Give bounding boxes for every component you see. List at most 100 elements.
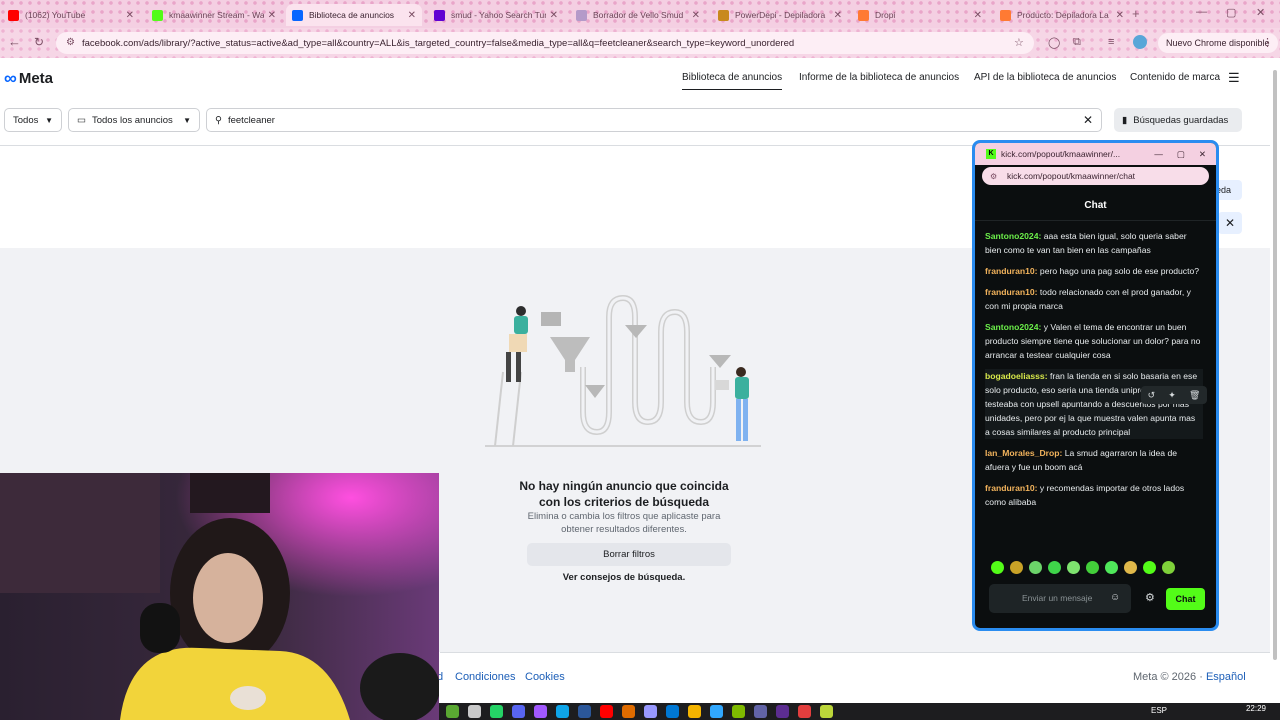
country-select[interactable]: Todos ▼: [4, 108, 62, 132]
address-bar[interactable]: facebook.com/ads/library/?active_status=…: [56, 32, 1034, 54]
reload-icon[interactable]: ↻: [34, 35, 44, 49]
taskbar-app-icon[interactable]: [775, 705, 789, 718]
maximize-icon[interactable]: ▢: [1177, 149, 1185, 160]
tab-3[interactable]: smud - Yahoo Search Tur ✕: [428, 4, 564, 26]
taskbar-clock[interactable]: 22:29: [1246, 705, 1266, 713]
clear-filters-button[interactable]: Borrar filtros: [527, 543, 731, 566]
tab-close-icon[interactable]: ✕: [692, 10, 700, 21]
taskbar-app-icon[interactable]: [665, 705, 679, 718]
back-icon[interactable]: ←: [8, 34, 21, 49]
taskbar-app-icon[interactable]: [577, 705, 591, 718]
taskbar-app-icon[interactable]: [643, 705, 657, 718]
tab-close-icon[interactable]: ✕: [126, 10, 134, 21]
emote-icon[interactable]: [991, 561, 1004, 574]
scrollbar-thumb[interactable]: [1273, 70, 1277, 660]
taskbar-app-icon[interactable]: [753, 705, 767, 718]
taskbar-app-icon[interactable]: [467, 705, 481, 718]
meta-logo[interactable]: ∞ Meta: [4, 68, 53, 89]
new-tab-button[interactable]: +: [1132, 6, 1140, 21]
taskbar-app-icon[interactable]: [709, 705, 723, 718]
bookmark-star-icon[interactable]: ☆: [1014, 36, 1024, 49]
chrome-update-button[interactable]: Nuevo Chrome disponible: [1158, 33, 1278, 53]
chat-username[interactable]: Santono2024:: [985, 322, 1041, 332]
chat-message[interactable]: franduran10: pero hago una pag solo de e…: [985, 264, 1203, 278]
input-language[interactable]: ESP: [1151, 706, 1167, 715]
tab-4[interactable]: Borrador de Vello Smud ✕: [570, 4, 706, 26]
taskbar-app-icon[interactable]: [797, 705, 811, 718]
taskbar-app-icon[interactable]: [489, 705, 503, 718]
chat-message[interactable]: franduran10: todo relacionado con el pro…: [985, 285, 1203, 313]
emoji-icon[interactable]: ☺: [1110, 592, 1120, 603]
maximize-icon[interactable]: ▢: [1226, 6, 1236, 19]
emote-icon[interactable]: [1029, 561, 1042, 574]
chat-username[interactable]: franduran10:: [985, 287, 1038, 297]
tab-0[interactable]: (1062) YouTube ✕: [2, 4, 140, 26]
emote-icon[interactable]: [1124, 561, 1137, 574]
delete-icon[interactable]: 🗑: [1189, 390, 1200, 401]
tab-6[interactable]: Dropi ✕: [852, 4, 988, 26]
taskbar-app-icon[interactable]: [731, 705, 745, 718]
tab-5[interactable]: PowerDepi - Depiladora ✕: [712, 4, 848, 26]
emote-icon[interactable]: [1010, 561, 1023, 574]
pin-icon[interactable]: ✦: [1168, 390, 1176, 401]
gear-icon[interactable]: ⚙: [1145, 591, 1155, 604]
site-info-icon[interactable]: ⚙: [990, 172, 997, 181]
tab-close-icon[interactable]: ✕: [974, 10, 982, 21]
chat-username[interactable]: Ian_Morales_Drop:: [985, 448, 1062, 458]
tab-1[interactable]: kmaawinner Stream - Wat ✕: [146, 4, 282, 26]
ad-type-select[interactable]: ▭ Todos los anuncios ▼: [68, 108, 200, 132]
tab-close-icon[interactable]: ✕: [834, 10, 842, 21]
minimize-icon[interactable]: —: [1154, 149, 1163, 159]
tab-close-icon[interactable]: ✕: [550, 10, 558, 21]
popout-url-bar[interactable]: kick.com/popout/kmaawinner/chat: [982, 167, 1209, 185]
shield-icon[interactable]: ◯: [1048, 36, 1060, 49]
emote-icon[interactable]: [1105, 561, 1118, 574]
emote-icon[interactable]: [1143, 561, 1156, 574]
close-icon[interactable]: ✕: [1218, 212, 1242, 234]
language-link[interactable]: Español: [1206, 671, 1246, 683]
undo-icon[interactable]: ↺: [1148, 390, 1156, 401]
chrome-menu-icon[interactable]: ⋮: [1262, 36, 1273, 49]
close-window-icon[interactable]: ✕: [1256, 6, 1265, 19]
search-input[interactable]: ⚲ feetcleaner ✕: [206, 108, 1102, 132]
nav-branded-content[interactable]: Contenido de marca: [1130, 72, 1220, 83]
chat-message[interactable]: Santono2024: y Valen el tema de encontra…: [985, 320, 1203, 362]
nav-ad-library-report[interactable]: Informe de la biblioteca de anuncios: [799, 72, 959, 83]
emote-icon[interactable]: [1048, 561, 1061, 574]
chat-username[interactable]: franduran10:: [985, 266, 1038, 276]
tab-close-icon[interactable]: ✕: [268, 10, 276, 21]
emote-icon[interactable]: [1162, 561, 1175, 574]
search-tips-link[interactable]: Ver consejos de búsqueda.: [527, 572, 721, 583]
minimize-icon[interactable]: —: [1196, 6, 1207, 18]
chat-username[interactable]: Santono2024:: [985, 231, 1041, 241]
tab-close-icon[interactable]: ✕: [408, 10, 416, 21]
taskbar-app-icon[interactable]: [687, 705, 701, 718]
nav-ad-library-api[interactable]: API de la biblioteca de anuncios: [974, 72, 1116, 83]
saved-searches-button[interactable]: ▮ Búsquedas guardadas: [1114, 108, 1242, 132]
chat-message[interactable]: bogadoeliasss: fran la tienda en si solo…: [985, 369, 1203, 439]
chat-message[interactable]: Ian_Morales_Drop: La smud agarraron la i…: [985, 446, 1203, 474]
taskbar-app-icon[interactable]: [819, 705, 833, 718]
profile-avatar[interactable]: [1133, 35, 1147, 49]
tab-close-icon[interactable]: ✕: [1116, 10, 1124, 21]
taskbar-app-icon[interactable]: [599, 705, 613, 718]
taskbar-app-icon[interactable]: [445, 705, 459, 718]
footer-cookies-link[interactable]: Cookies: [525, 671, 565, 683]
send-chat-button[interactable]: Chat: [1166, 588, 1205, 610]
clear-search-icon[interactable]: ✕: [1083, 113, 1093, 127]
media-icon[interactable]: ≡: [1108, 36, 1114, 48]
close-icon[interactable]: ✕: [1199, 149, 1206, 160]
hamburger-menu-icon[interactable]: ☰: [1228, 70, 1240, 86]
extensions-icon[interactable]: ⧉: [1073, 36, 1081, 49]
emote-icon[interactable]: [1067, 561, 1080, 574]
footer-terms-link[interactable]: Condiciones: [455, 671, 516, 683]
emote-icon[interactable]: [1086, 561, 1099, 574]
chat-username[interactable]: franduran10:: [985, 483, 1038, 493]
nav-ad-library[interactable]: Biblioteca de anuncios: [682, 72, 783, 90]
tab-2[interactable]: Biblioteca de anuncios ✕: [286, 4, 422, 26]
chat-message[interactable]: Santono2024: aaa esta bien igual, solo q…: [985, 229, 1203, 257]
taskbar-app-icon[interactable]: [511, 705, 525, 718]
site-info-icon[interactable]: ⚙: [66, 37, 75, 48]
taskbar-app-icon[interactable]: [533, 705, 547, 718]
chat-message[interactable]: franduran10: y recomendas importar de ot…: [985, 481, 1203, 509]
